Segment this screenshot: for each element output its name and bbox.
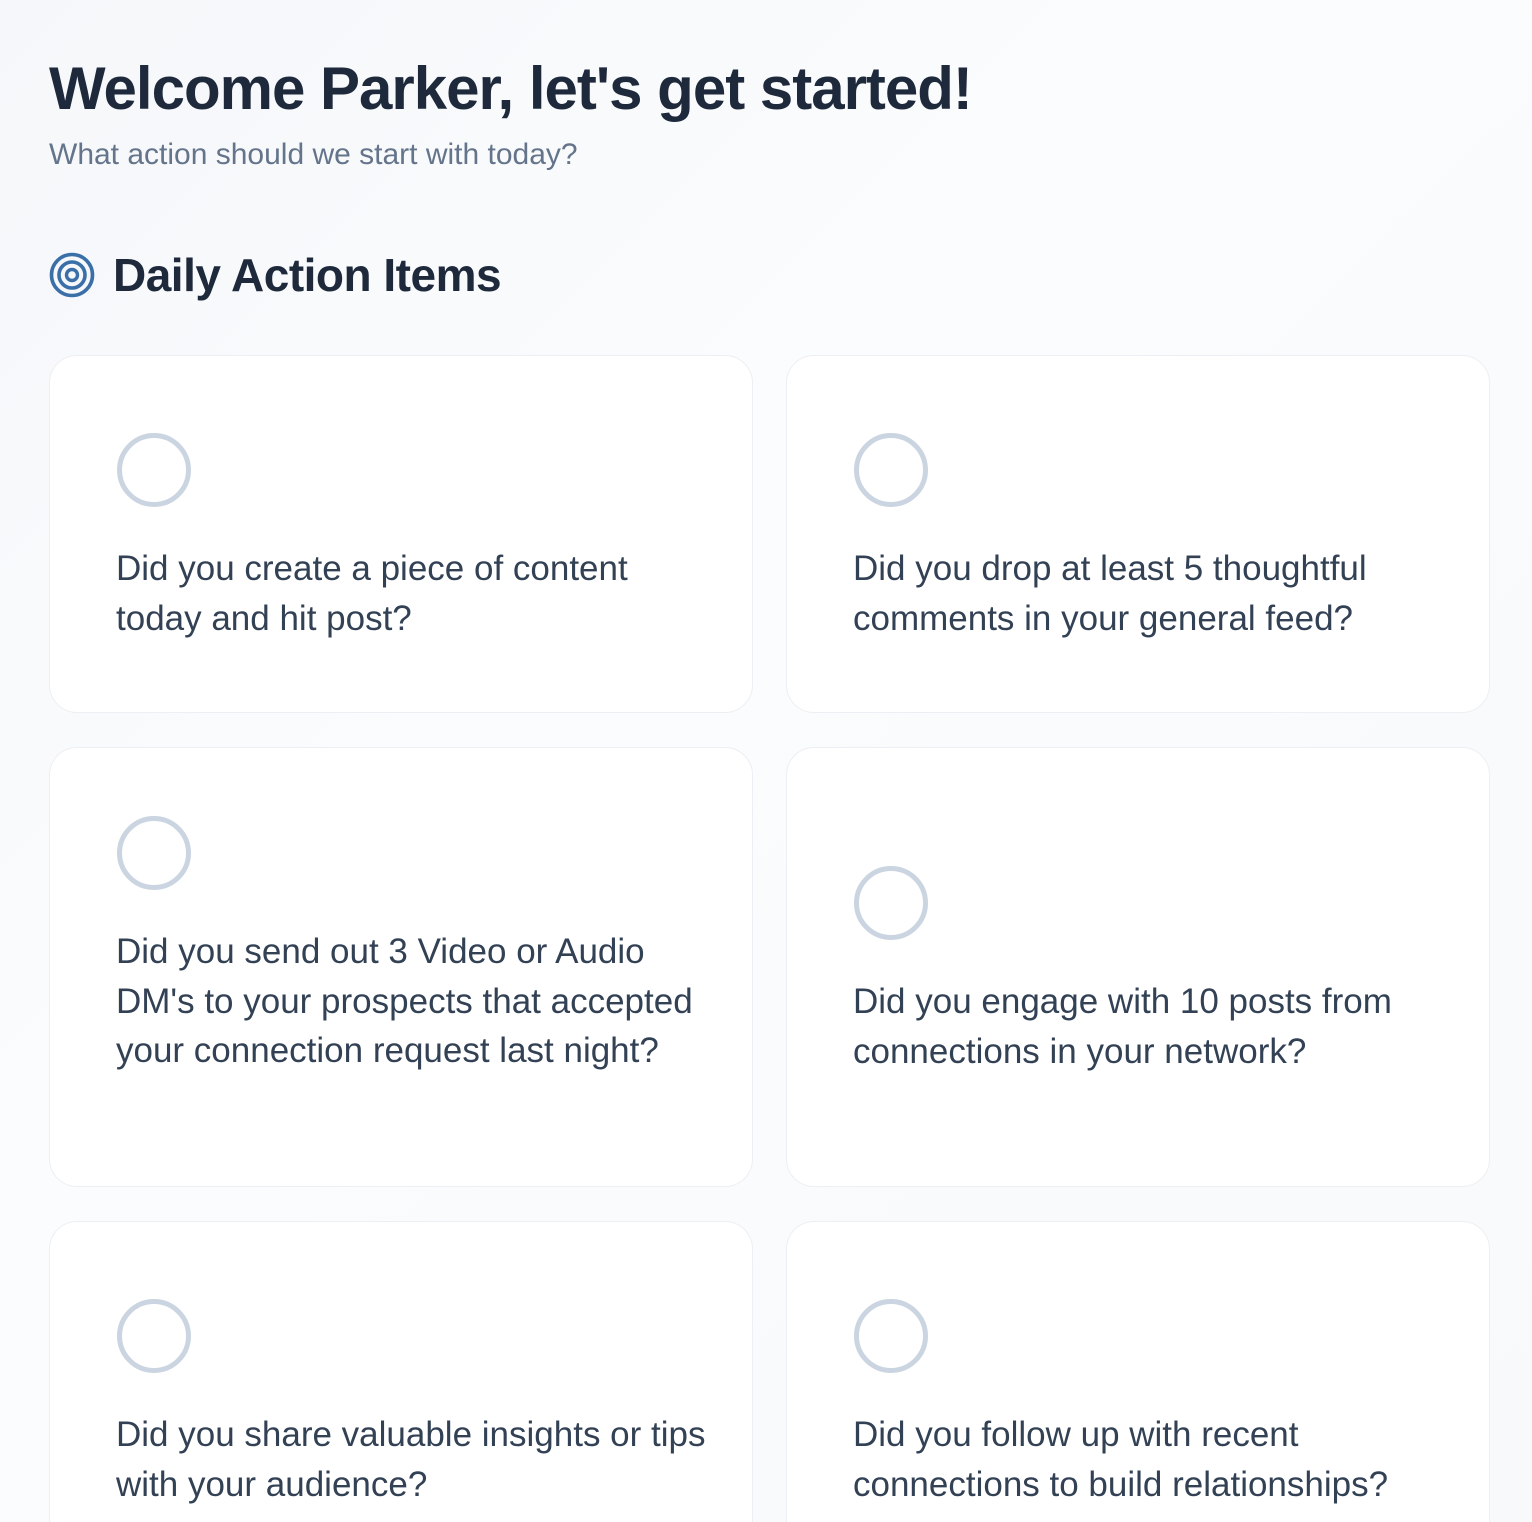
page-subtitle: What action should we start with today? [49,138,578,171]
action-card[interactable]: Did you follow up with recent connection… [786,1221,1490,1522]
section-header: Daily Action Items [49,246,502,304]
action-question: Did you create a piece of content today … [116,549,628,638]
action-question: Did you follow up with recent connection… [853,1415,1389,1504]
action-card[interactable]: Did you create a piece of content today … [49,355,753,713]
section-title: Daily Action Items [113,249,502,301]
action-card[interactable]: Did you engage with 10 posts from connec… [786,747,1490,1187]
action-question: Did you share valuable insights or tips … [116,1415,706,1504]
checkbox-circle[interactable] [854,866,928,940]
target-icon [49,252,95,298]
checkbox-circle[interactable] [854,1299,928,1373]
checkbox-circle[interactable] [117,433,191,507]
action-question: Did you send out 3 Video or Audio DM's t… [116,932,693,1070]
action-card[interactable]: Did you send out 3 Video or Audio DM's t… [49,747,753,1187]
checkbox-circle[interactable] [117,816,191,890]
action-question: Did you drop at least 5 thoughtful comme… [853,549,1367,638]
checkbox-circle[interactable] [854,433,928,507]
checkbox-circle[interactable] [117,1299,191,1373]
action-card[interactable]: Did you drop at least 5 thoughtful comme… [786,355,1490,713]
action-question: Did you engage with 10 posts from connec… [853,982,1392,1071]
action-card[interactable]: Did you share valuable insights or tips … [49,1221,753,1522]
page-title: Welcome Parker, let's get started! [49,55,973,122]
